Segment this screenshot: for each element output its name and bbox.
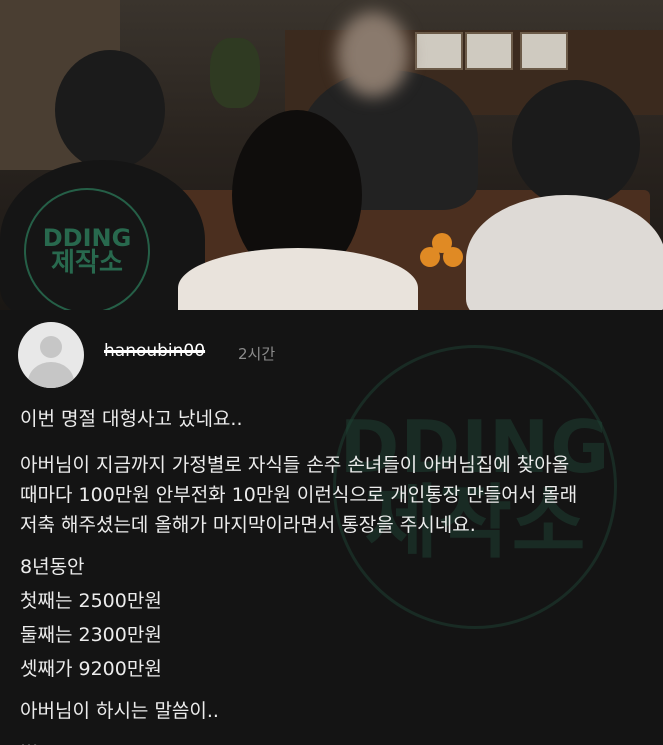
potted-plant bbox=[210, 38, 260, 108]
watermark-line2: 제작소 bbox=[51, 247, 123, 278]
username[interactable]: hanoubin00 bbox=[104, 341, 205, 361]
post-line: 셋째가 9200만원 bbox=[20, 658, 162, 680]
avatar[interactable] bbox=[18, 322, 84, 388]
post-line: 때마다 100만원 안부전화 10만원 이런식으로 개인통장 만들어서 몰래 bbox=[20, 484, 578, 506]
post-photo: DDING 제작소 bbox=[0, 0, 663, 310]
photo-frame bbox=[520, 32, 568, 70]
post-line: 저축 해주셨는데 올해가 마지막이라면서 통장을 주시네요. bbox=[20, 514, 476, 536]
post-line: 이번 명절 대형사고 났네요.. bbox=[20, 408, 243, 430]
person-head bbox=[55, 50, 165, 170]
post-line-cut: ... bbox=[20, 730, 39, 745]
post-line: 아버님이 하시는 말씀이.. bbox=[20, 700, 219, 722]
watermark-logo: DDING 제작소 bbox=[24, 188, 150, 310]
post-line: 첫째는 2500만원 bbox=[20, 590, 162, 612]
post-line: 8년동안 bbox=[20, 556, 85, 578]
avatar-body-icon bbox=[28, 362, 74, 388]
post-line: 아버님이 지금까지 가정별로 자식들 손주 손녀들이 아버님집에 찾아올 bbox=[20, 454, 570, 476]
post-line: 둘째는 2300만원 bbox=[20, 624, 162, 646]
blurred-face bbox=[337, 12, 409, 97]
person-head bbox=[512, 80, 640, 208]
avatar-head-icon bbox=[40, 336, 62, 358]
post-body: 이번 명절 대형사고 났네요.. 아버님이 지금까지 가정별로 자식들 손주 손… bbox=[20, 404, 651, 745]
watermark-line1: DDING bbox=[42, 223, 132, 252]
photo-frame bbox=[415, 32, 463, 70]
fruit bbox=[432, 233, 452, 253]
photo-frame bbox=[465, 32, 513, 70]
person-right bbox=[466, 195, 663, 310]
post-time: 2시간 bbox=[238, 345, 276, 363]
post-card: DDING 제작소 hanoubin00 2시간 이번 명절 대형사고 났네요.… bbox=[0, 310, 663, 745]
